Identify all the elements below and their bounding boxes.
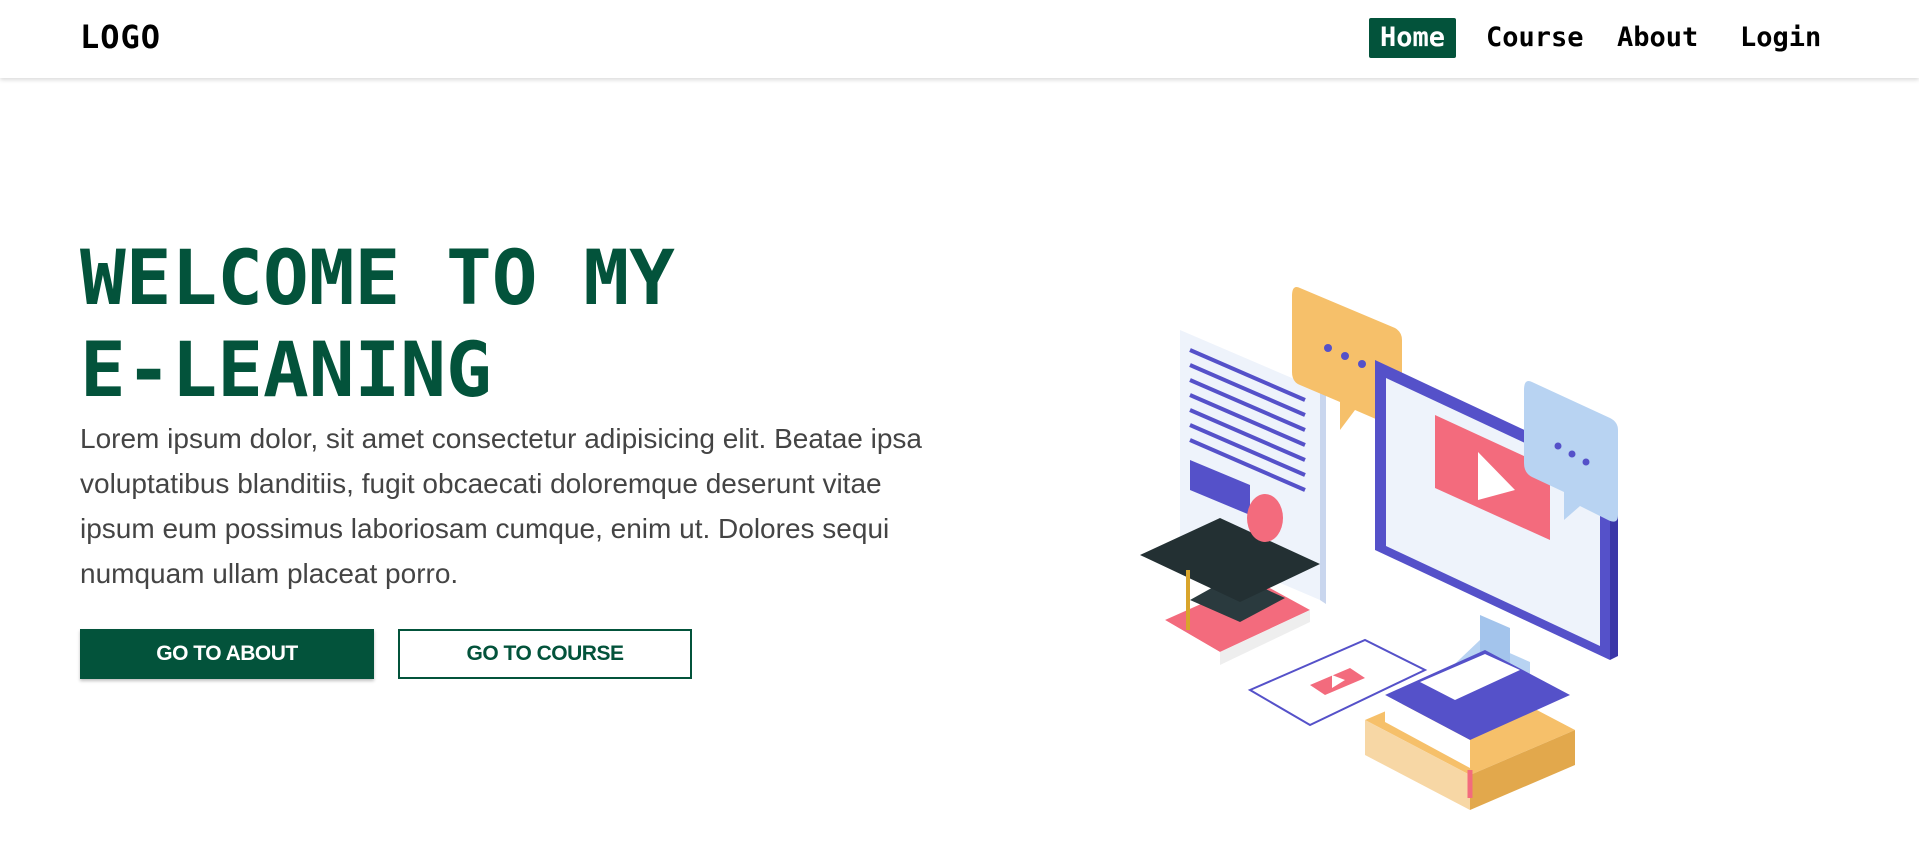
nav-course[interactable]: Course: [1475, 18, 1595, 58]
hero-title: WELCOME TO MY E-LEANING: [80, 232, 840, 416]
nav-home[interactable]: Home: [1369, 18, 1457, 58]
logo[interactable]: LOGO: [80, 18, 161, 56]
go-to-about-button[interactable]: Go to about: [80, 629, 374, 679]
go-to-course-button[interactable]: Go to course: [398, 629, 692, 679]
top-navbar: LOGO Home Course About Login: [0, 0, 1919, 78]
e-learning-illustration: [1140, 287, 1618, 810]
nav-about[interactable]: About: [1606, 18, 1709, 58]
hero-description: Lorem ipsum dolor, sit amet consectetur …: [80, 423, 922, 589]
hero-title-line-1: WELCOME TO MY: [80, 233, 675, 322]
nav-login[interactable]: Login: [1729, 18, 1832, 58]
hero-title-line-2: E-LEANING: [80, 325, 492, 414]
